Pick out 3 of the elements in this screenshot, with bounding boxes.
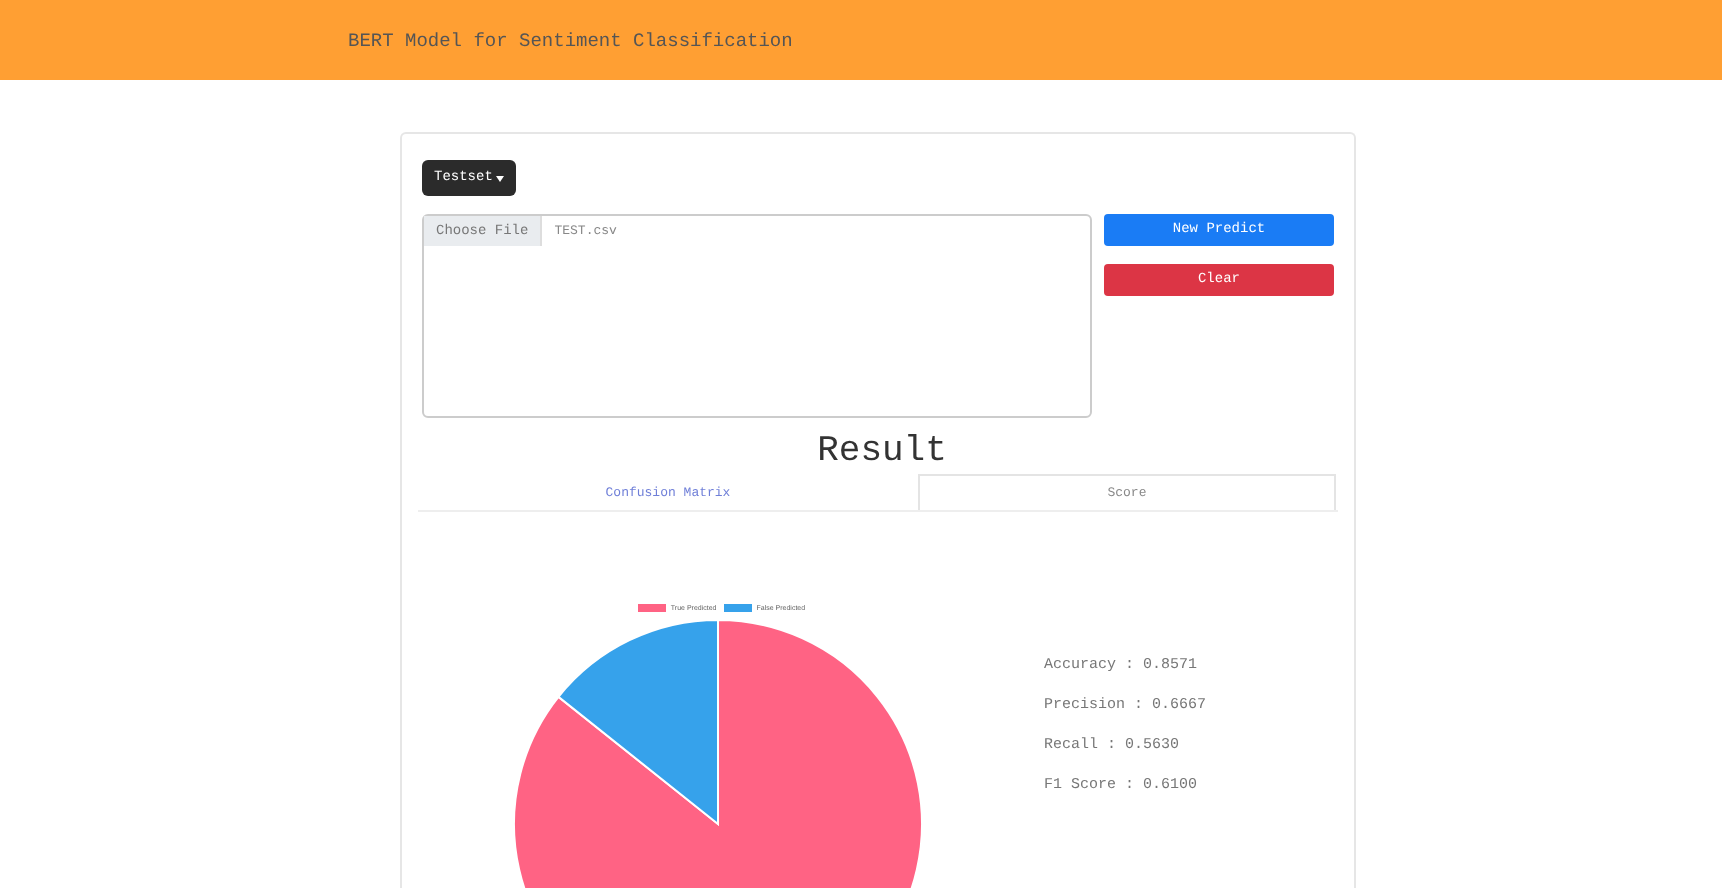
app-title: BERT Model for Sentiment Classification	[348, 29, 793, 51]
caret-icon	[496, 175, 505, 181]
result-heading: Result	[815, 430, 949, 474]
